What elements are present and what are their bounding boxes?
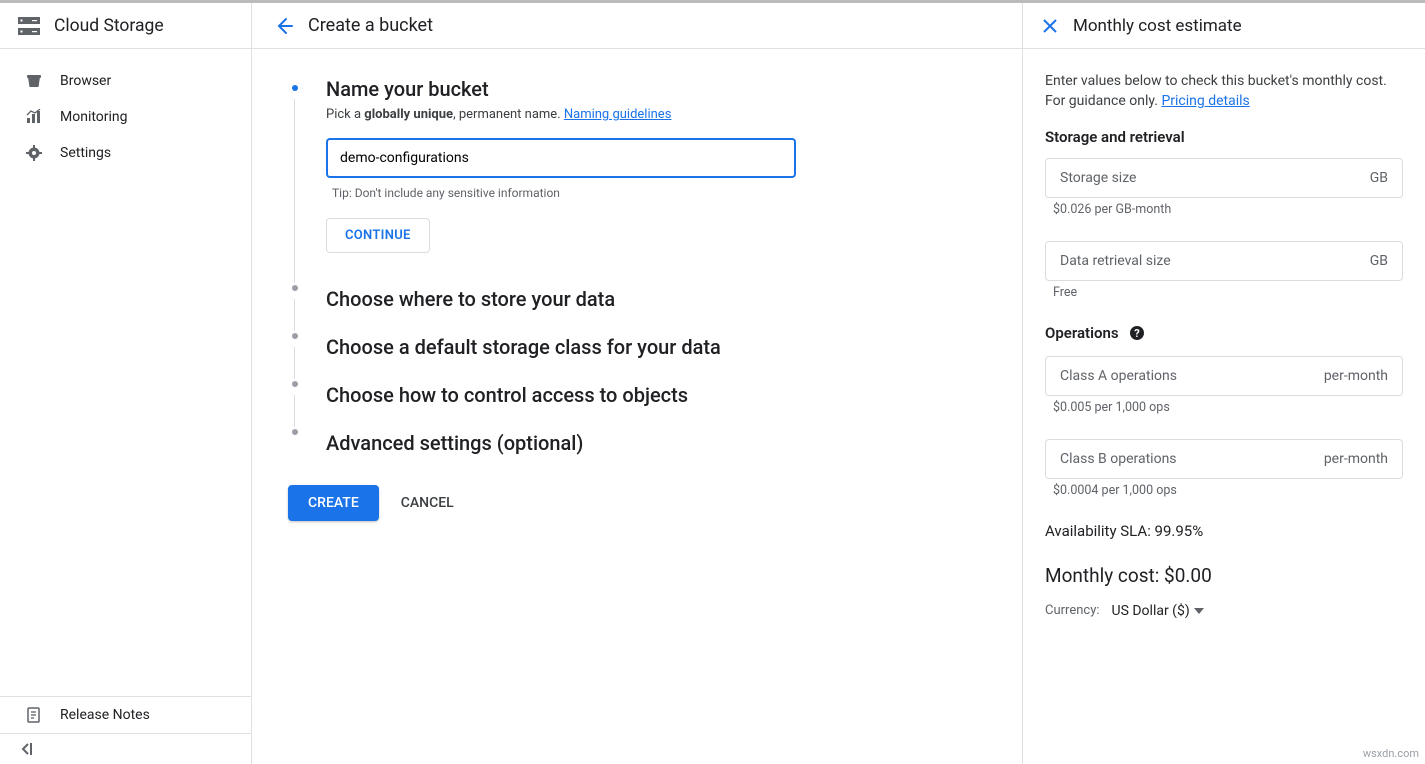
product-title: Cloud Storage xyxy=(54,16,164,36)
chevron-down-icon xyxy=(1194,608,1204,614)
step-choose-location[interactable]: Choose where to store your data xyxy=(288,275,986,323)
back-button[interactable] xyxy=(274,16,294,36)
unit-label: per-month xyxy=(1324,368,1388,384)
intro-text: Enter values below to check this bucket'… xyxy=(1045,71,1403,112)
storage-section-heading: Storage and retrieval xyxy=(1045,128,1403,146)
sidebar-item-label: Settings xyxy=(60,145,111,161)
sidebar-item-settings[interactable]: Settings xyxy=(0,135,251,171)
unit-label: per-month xyxy=(1324,451,1388,467)
panel-header: Monthly cost estimate xyxy=(1023,3,1425,49)
svg-text:?: ? xyxy=(1134,327,1140,340)
class-a-input[interactable]: Class A operations per-month xyxy=(1045,356,1403,396)
naming-guidelines-link[interactable]: Naming guidelines xyxy=(564,107,672,122)
step-bullet-active xyxy=(292,85,298,91)
step-storage-class[interactable]: Choose a default storage class for your … xyxy=(288,323,986,371)
sidebar-header: Cloud Storage xyxy=(0,3,251,49)
step-advanced[interactable]: Advanced settings (optional) xyxy=(288,419,986,467)
chart-icon xyxy=(24,109,44,125)
help-icon[interactable]: ? xyxy=(1129,325,1145,341)
step-access-control[interactable]: Choose how to control access to objects xyxy=(288,371,986,419)
panel-body: Enter values below to check this bucket'… xyxy=(1023,49,1425,764)
storage-size-input[interactable]: Storage size GB xyxy=(1045,158,1403,198)
page-title: Create a bucket xyxy=(308,15,433,36)
continue-button[interactable]: CONTINUE xyxy=(326,218,430,253)
input-tip: Tip: Don't include any sensitive informa… xyxy=(332,186,986,200)
step-title: Name your bucket xyxy=(326,75,986,107)
arrow-left-icon xyxy=(274,16,294,36)
currency-label: Currency: xyxy=(1045,603,1100,618)
retrieval-rate: Free xyxy=(1053,285,1403,300)
bucket-name-input[interactable] xyxy=(326,138,796,178)
create-button[interactable]: CREATE xyxy=(288,485,379,521)
panel-title: Monthly cost estimate xyxy=(1073,16,1242,36)
close-icon xyxy=(1041,17,1059,35)
placeholder: Storage size xyxy=(1060,170,1136,186)
cloud-storage-icon xyxy=(18,17,40,35)
step-connector xyxy=(294,99,295,283)
currency-row: Currency: US Dollar ($) xyxy=(1045,603,1403,619)
operations-heading: Operations xyxy=(1045,324,1119,342)
step-bullet xyxy=(292,333,298,339)
cancel-button[interactable]: CANCEL xyxy=(401,495,454,511)
sidebar-item-monitoring[interactable]: Monitoring xyxy=(0,99,251,135)
unit-label: GB xyxy=(1370,170,1388,186)
class-a-rate: $0.005 per 1,000 ops xyxy=(1053,400,1403,415)
operations-heading-row: Operations ? xyxy=(1045,324,1403,342)
gear-icon xyxy=(24,145,44,161)
layout: Cloud Storage Browser Monitoring Setting… xyxy=(0,0,1425,764)
text: , permanent name. xyxy=(453,107,564,122)
step-bullet xyxy=(292,429,298,435)
bucket-icon xyxy=(24,73,44,89)
placeholder: Class B operations xyxy=(1060,451,1177,467)
class-b-rate: $0.0004 per 1,000 ops xyxy=(1053,483,1403,498)
step-name-bucket: Name your bucket Pick a globally unique,… xyxy=(288,75,986,275)
sidebar-item-label: Release Notes xyxy=(60,707,150,723)
main: Create a bucket Name your bucket Pick a … xyxy=(252,3,1023,764)
retrieval-size-input[interactable]: Data retrieval size GB xyxy=(1045,241,1403,281)
storage-rate: $0.026 per GB-month xyxy=(1053,202,1403,217)
currency-select[interactable]: US Dollar ($) xyxy=(1112,603,1204,619)
step-bullet xyxy=(292,381,298,387)
class-b-input[interactable]: Class B operations per-month xyxy=(1045,439,1403,479)
step-description: Pick a globally unique, permanent name. … xyxy=(326,107,986,122)
step-title: Advanced settings (optional) xyxy=(326,419,986,467)
sidebar-item-label: Monitoring xyxy=(60,109,128,125)
main-header: Create a bucket xyxy=(252,3,1022,49)
notes-icon xyxy=(24,707,44,723)
sidebar-nav: Browser Monitoring Settings xyxy=(0,49,251,696)
step-title: Choose how to control access to objects xyxy=(326,371,986,419)
placeholder: Class A operations xyxy=(1060,368,1177,384)
sidebar-item-release-notes[interactable]: Release Notes xyxy=(0,697,251,733)
sidebar-collapse-button[interactable] xyxy=(0,733,251,764)
availability-sla: Availability SLA: 99.95% xyxy=(1045,522,1403,540)
sidebar-item-browser[interactable]: Browser xyxy=(0,63,251,99)
pricing-details-link[interactable]: Pricing details xyxy=(1161,93,1249,109)
actions-row: CREATE CANCEL xyxy=(288,485,986,521)
step-title: Choose where to store your data xyxy=(326,275,986,323)
text-bold: globally unique xyxy=(364,107,453,122)
sidebar-item-label: Browser xyxy=(60,73,111,89)
cost-estimate-panel: Monthly cost estimate Enter values below… xyxy=(1023,3,1425,764)
currency-value: US Dollar ($) xyxy=(1112,603,1190,619)
content: Name your bucket Pick a globally unique,… xyxy=(252,49,1022,547)
watermark: wsxdn.com xyxy=(1363,747,1419,760)
close-panel-button[interactable] xyxy=(1041,17,1059,35)
step-title: Choose a default storage class for your … xyxy=(326,323,986,371)
step-bullet xyxy=(292,285,298,291)
window-top-border xyxy=(0,0,1425,3)
placeholder: Data retrieval size xyxy=(1060,253,1171,269)
sidebar: Cloud Storage Browser Monitoring Setting… xyxy=(0,3,252,764)
unit-label: GB xyxy=(1370,253,1388,269)
collapse-icon xyxy=(20,742,36,756)
monthly-cost: Monthly cost: $0.00 xyxy=(1045,564,1403,587)
text: Pick a xyxy=(326,107,364,122)
sidebar-bottom: Release Notes xyxy=(0,696,251,764)
